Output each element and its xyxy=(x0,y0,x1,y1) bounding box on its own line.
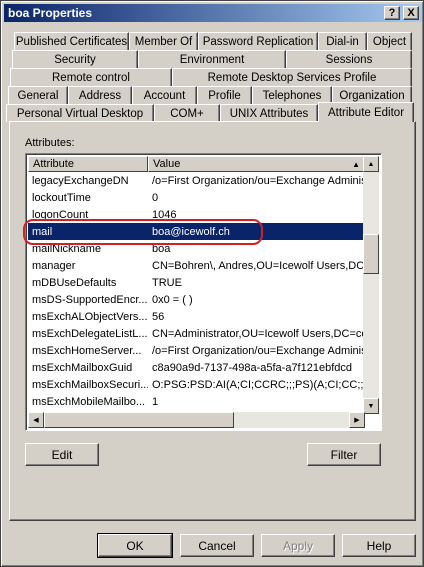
edit-button[interactable]: Edit xyxy=(25,443,99,466)
attribute-name: manager xyxy=(32,259,76,272)
list-item[interactable]: msExchMailboxGuid c8a90a9d-7137-498a-a5fa… xyxy=(28,359,365,376)
tab-attribute-editor[interactable]: Attribute Editor xyxy=(318,102,414,122)
tab-environment[interactable]: Environment xyxy=(138,50,286,68)
attribute-value: 56 xyxy=(152,310,165,323)
attribute-value: /o=First Organization/ou=Exchange Admini… xyxy=(152,344,365,357)
sort-up-icon: ▲ xyxy=(352,160,360,169)
window-title: boa Properties xyxy=(8,6,93,20)
attribute-value: 1046 xyxy=(152,208,177,221)
attribute-name: msExchMailboxGuid xyxy=(32,361,133,374)
list-item[interactable]: mDBUseDefaults TRUE xyxy=(28,274,365,291)
attribute-value: /o=First Organization/ou=Exchange Admini… xyxy=(152,174,365,187)
list-item[interactable]: logonCount 1046 xyxy=(28,206,365,223)
attribute-name: msExchALObjectVers... xyxy=(32,310,148,323)
column-header-attribute[interactable]: Attribute xyxy=(28,156,148,172)
attribute-name: msDS-SupportedEncr... xyxy=(32,293,148,306)
tab-personal-virtual-desktop[interactable]: Personal Virtual Desktop xyxy=(6,104,154,122)
horizontal-scroll-thumb[interactable] xyxy=(44,412,234,428)
attribute-name: msExchDelegateListL... xyxy=(32,327,148,340)
tab-security[interactable]: Security xyxy=(12,50,138,68)
attribute-value: c8a90a9d-7137-498a-a5fa-a7f121ebfdcd xyxy=(152,361,352,374)
tab-member-of[interactable]: Member Of xyxy=(129,32,198,50)
vertical-scroll-thumb[interactable] xyxy=(363,234,379,274)
scroll-up-icon[interactable]: ▲ xyxy=(363,156,379,172)
attribute-value: boa xyxy=(152,242,171,255)
filter-button[interactable]: Filter xyxy=(307,443,381,466)
list-item[interactable]: lockoutTime 0 xyxy=(28,189,365,206)
help-icon[interactable]: ? xyxy=(384,6,400,20)
attribute-value: TRUE xyxy=(152,276,182,289)
attribute-name: lockoutTime xyxy=(32,191,91,204)
help-button[interactable]: Help xyxy=(342,534,416,557)
attribute-value: boa@icewolf.ch xyxy=(152,225,230,238)
tab-dial-in[interactable]: Dial-in xyxy=(318,32,367,50)
list-item[interactable]: msExchDelegateListL... CN=Administrator,O… xyxy=(28,325,365,342)
attribute-name: mailNickname xyxy=(32,242,102,255)
attribute-name: msExchMailboxSecuri... xyxy=(32,378,148,391)
list-item[interactable]: mailNickname boa xyxy=(28,240,365,257)
tab-published-certificates[interactable]: Published Certificates xyxy=(14,32,129,50)
list-item[interactable]: manager CN=Bohren\, Andres,OU=Icewolf Use… xyxy=(28,257,365,274)
vertical-scrollbar[interactable]: ▲ ▼ xyxy=(363,156,379,414)
list-item[interactable]: mail boa@icewolf.ch xyxy=(28,223,365,240)
tab-unix-attributes[interactable]: UNIX Attributes xyxy=(220,104,318,122)
cancel-button[interactable]: Cancel xyxy=(180,534,254,557)
tab-password-replication[interactable]: Password Replication xyxy=(198,32,318,50)
list-item[interactable]: msExchMailboxSecuri... O:PSG:PSD:AI(A;CI;… xyxy=(28,376,365,393)
attribute-name: mail xyxy=(32,225,53,238)
tab-com-plus[interactable]: COM+ xyxy=(154,104,220,122)
apply-button[interactable]: Apply xyxy=(261,534,335,557)
list-item[interactable]: msExchHomeServer... /o=First Organization… xyxy=(28,342,365,359)
attribute-value: 0 xyxy=(152,191,159,204)
attribute-value: CN=Bohren\, Andres,OU=Icewolf Users,DC=i xyxy=(152,259,365,272)
tab-object[interactable]: Object xyxy=(367,32,412,50)
attribute-name: legacyExchangeDN xyxy=(32,174,129,187)
attribute-value: 1 xyxy=(152,395,159,408)
attributes-list[interactable]: Attribute Value ▲ legacyExchangeDN/o=Fir… xyxy=(25,153,382,431)
column-header-value[interactable]: Value ▲ xyxy=(148,156,365,172)
attribute-value: O:PSG:PSD:AI(A;CI;CCRC;;;PS)(A;CI;CC;;;L… xyxy=(152,378,365,391)
list-item[interactable]: msDS-SupportedEncr... 0x0 = ( ) xyxy=(28,291,365,308)
list-item[interactable]: msExchALObjectVers... 56 xyxy=(28,308,365,325)
close-icon[interactable]: X xyxy=(403,6,419,20)
column-header-value-label: Value xyxy=(153,158,181,170)
properties-dialog: boa Properties ? X Published Certificate… xyxy=(0,0,424,567)
tab-general[interactable]: General xyxy=(8,86,68,104)
attributes-label: Attributes: xyxy=(25,137,75,149)
tab-account[interactable]: Account xyxy=(132,86,197,104)
attribute-name: mDBUseDefaults xyxy=(32,276,117,289)
attribute-value: CN=Administrator,OU=Icewolf Users,DC=cor xyxy=(152,327,365,340)
attributes-rows: legacyExchangeDN/o=First Organization/ou… xyxy=(28,172,365,412)
attribute-name: msExchMobileMailbo... xyxy=(32,395,146,408)
attribute-name: logonCount xyxy=(32,208,89,221)
list-item[interactable]: legacyExchangeDN/o=First Organization/ou… xyxy=(28,172,365,189)
title-bar: boa Properties ? X xyxy=(4,4,422,22)
attribute-name: msExchHomeServer... xyxy=(32,344,142,357)
attribute-value: 0x0 = ( ) xyxy=(152,293,193,306)
tab-profile[interactable]: Profile xyxy=(197,86,252,104)
horizontal-scrollbar[interactable]: ◀ ▶ xyxy=(28,412,365,428)
scroll-left-icon[interactable]: ◀ xyxy=(28,412,44,428)
scroll-down-icon[interactable]: ▼ xyxy=(363,398,379,414)
tab-sessions[interactable]: Sessions xyxy=(286,50,412,68)
ok-button[interactable]: OK xyxy=(97,533,173,558)
scroll-right-icon[interactable]: ▶ xyxy=(349,412,365,428)
list-item[interactable]: msExchMobileMailbo... 1 xyxy=(28,393,365,410)
tab-remote-desktop-services-profile[interactable]: Remote Desktop Services Profile xyxy=(172,68,412,86)
tab-address[interactable]: Address xyxy=(68,86,132,104)
tab-remote-control[interactable]: Remote control xyxy=(10,68,172,86)
